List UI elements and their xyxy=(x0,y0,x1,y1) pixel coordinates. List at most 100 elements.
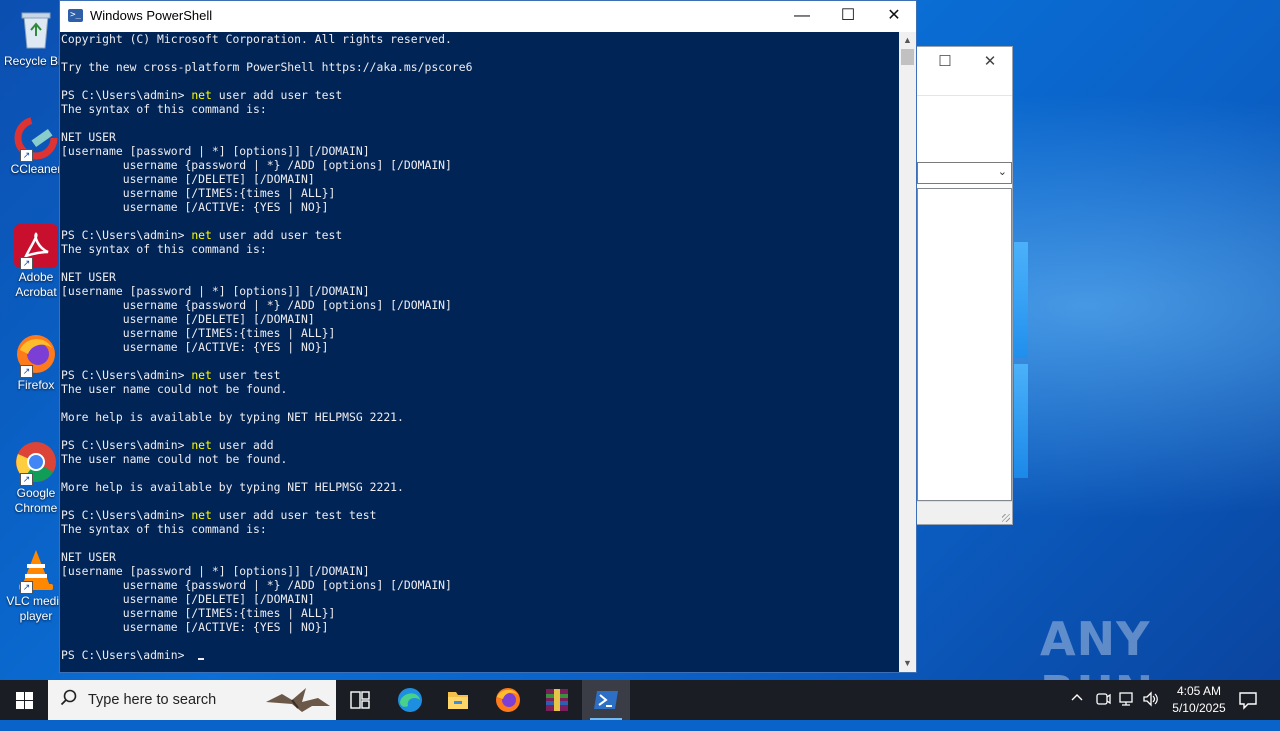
maximize-button[interactable]: ☐ xyxy=(935,53,955,71)
resize-grip-icon[interactable] xyxy=(1002,514,1010,522)
console-line: The syntax of this command is: xyxy=(61,102,267,116)
console-line: username {password | *} /ADD [options] [… xyxy=(61,158,452,172)
scroll-down-icon[interactable]: ▼ xyxy=(899,655,916,672)
title-bar[interactable]: >_ Windows PowerShell — ☐ ✕ xyxy=(60,1,916,32)
console-prompt: PS C:\Users\admin> xyxy=(61,368,192,382)
windows-logo-pane xyxy=(1014,242,1028,358)
console-line: [username [password | *] [options]] [/DO… xyxy=(61,144,370,158)
vlc-icon: ↗ xyxy=(14,548,58,594)
minimize-button[interactable]: — xyxy=(779,1,825,32)
list-view[interactable] xyxy=(917,188,1012,501)
console-command-args: user test xyxy=(211,368,281,382)
console-command: net xyxy=(191,368,212,382)
console-line: PS C:\Users\admin> net user add user tes… xyxy=(61,508,900,522)
console-line: Copyright (C) Microsoft Corporation. All… xyxy=(61,32,452,46)
task-view-button[interactable] xyxy=(336,680,384,720)
notification-center-icon[interactable] xyxy=(1238,690,1258,730)
console-line: More help is available by typing NET HEL… xyxy=(61,410,404,424)
powershell-icon xyxy=(594,691,618,709)
console-line: [username [password | *] [options]] [/DO… xyxy=(61,564,370,578)
shortcut-arrow-icon: ↗ xyxy=(20,473,33,486)
scroll-thumb[interactable] xyxy=(901,49,914,65)
taskbar-clock[interactable]: 4:05 AM 5/10/2025 xyxy=(1160,683,1238,717)
console-line: The syntax of this command is: xyxy=(61,522,267,536)
console-line: PS C:\Users\admin> xyxy=(61,648,900,662)
ccleaner-icon: ↗ xyxy=(14,116,58,162)
console-command-args: user add xyxy=(211,438,274,452)
taskbar-powershell[interactable] xyxy=(582,680,630,720)
console-line: NET USER xyxy=(61,130,116,144)
console-line: More help is available by typing NET HEL… xyxy=(61,480,404,494)
winrar-icon xyxy=(546,689,568,711)
meet-now-icon[interactable] xyxy=(1095,691,1111,731)
edge-icon xyxy=(398,688,422,712)
close-button[interactable]: ✕ xyxy=(871,1,917,32)
chevron-down-icon: ⌄ xyxy=(997,166,1007,178)
console-line: username [/TIMES:{times | ALL}] xyxy=(61,186,336,200)
taskbar-edge[interactable] xyxy=(386,680,434,720)
console-command-args: user add user test test xyxy=(211,508,377,522)
console-line: username [/DELETE] [/DOMAIN] xyxy=(61,592,315,606)
console-output[interactable]: Copyright (C) Microsoft Corporation. All… xyxy=(60,32,900,672)
console-line: The user name could not be found. xyxy=(61,382,288,396)
console-line: username {password | *} /ADD [options] [… xyxy=(61,298,452,312)
firefox-icon: ↗ xyxy=(14,332,58,378)
adobe-acrobat-icon: ↗ xyxy=(14,224,58,270)
console-line: NET USER xyxy=(61,550,116,564)
console-line: username [/DELETE] [/DOMAIN] xyxy=(61,172,315,186)
divider xyxy=(917,95,1012,96)
clock-time: 4:05 AM xyxy=(1176,684,1222,698)
taskbar: Type here to search 4:05 AM 5/10/2025 xyxy=(0,680,1280,720)
file-explorer-icon xyxy=(448,692,468,709)
taskbar-search-box[interactable]: Type here to search xyxy=(48,680,336,720)
chrome-icon: ↗ xyxy=(14,440,58,486)
network-icon[interactable] xyxy=(1118,691,1136,731)
console-command: net xyxy=(191,88,212,102)
console-line: NET USER xyxy=(61,270,116,284)
console-line: [username [password | *] [options]] [/DO… xyxy=(61,284,370,298)
text-cursor xyxy=(198,658,205,660)
console-prompt: PS C:\Users\admin> xyxy=(61,508,192,522)
console-line: Try the new cross-platform PowerShell ht… xyxy=(61,60,473,74)
vertical-scrollbar[interactable]: ▲ ▼ xyxy=(899,32,916,672)
task-view-icon xyxy=(350,691,370,709)
powershell-icon: >_ xyxy=(68,9,83,22)
tray-chevron-up-icon[interactable] xyxy=(1070,691,1084,731)
taskbar-file-explorer[interactable] xyxy=(434,680,482,720)
clock-date: 5/10/2025 xyxy=(1172,701,1226,715)
console-line: username {password | *} /ADD [options] [… xyxy=(61,578,452,592)
search-placeholder: Type here to search xyxy=(88,692,217,708)
windows-logo-pane xyxy=(1014,364,1028,478)
console-prompt: PS C:\Users\admin> xyxy=(61,228,192,242)
console-prompt: PS C:\Users\admin> xyxy=(61,648,192,662)
shortcut-arrow-icon: ↗ xyxy=(20,257,33,270)
console-line: username [/ACTIVE: {YES | NO}] xyxy=(61,200,329,214)
console-prompt: PS C:\Users\admin> xyxy=(61,88,192,102)
powershell-window[interactable]: >_ Windows PowerShell — ☐ ✕ Copyright (C… xyxy=(59,0,917,673)
recycle-bin-icon xyxy=(14,8,58,52)
start-button[interactable] xyxy=(0,680,48,720)
scroll-up-icon[interactable]: ▲ xyxy=(899,32,916,49)
console-command-args: user add user test xyxy=(211,228,343,242)
background-dialog-window[interactable]: ☐ ✕ ⌄ xyxy=(916,46,1013,525)
volume-icon[interactable] xyxy=(1142,691,1160,731)
close-button[interactable]: ✕ xyxy=(980,53,1000,71)
firefox-icon xyxy=(496,688,520,712)
taskbar-firefox[interactable] xyxy=(484,680,532,720)
maximize-button[interactable]: ☐ xyxy=(825,1,871,32)
console-line: PS C:\Users\admin> net user add user tes… xyxy=(61,88,900,102)
taskbar-winrar[interactable] xyxy=(533,680,581,720)
dropdown-select[interactable]: ⌄ xyxy=(917,162,1012,184)
console-line: username [/ACTIVE: {YES | NO}] xyxy=(61,340,329,354)
shortcut-arrow-icon: ↗ xyxy=(20,149,33,162)
console-prompt: PS C:\Users\admin> xyxy=(61,438,192,452)
